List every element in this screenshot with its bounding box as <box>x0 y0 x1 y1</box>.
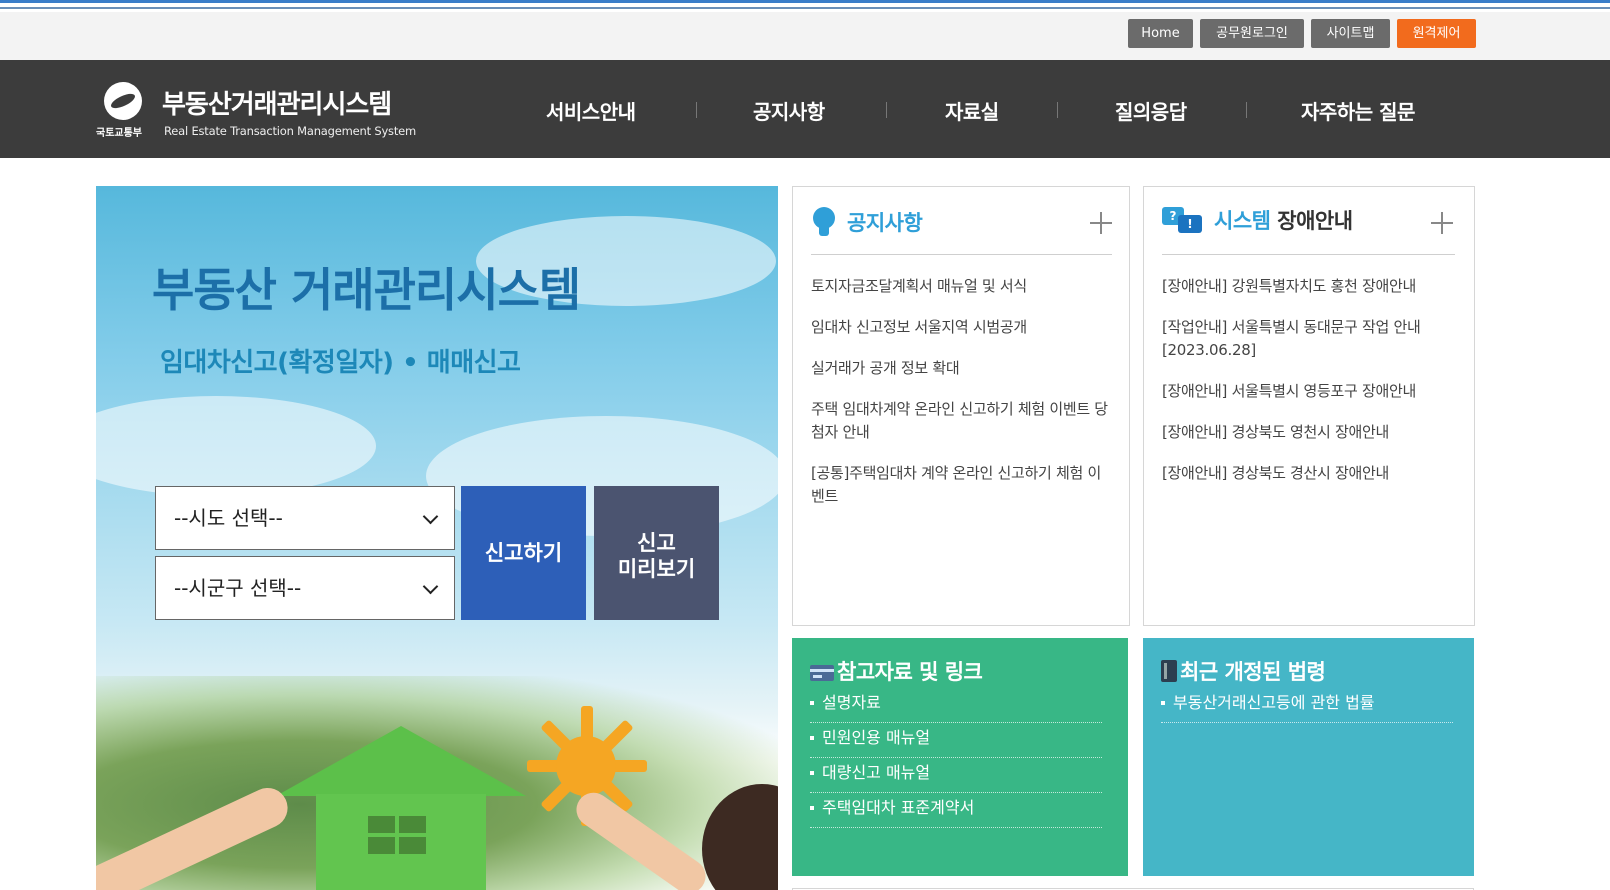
home-button[interactable]: Home <box>1128 19 1193 48</box>
nav-divider <box>1057 102 1058 118</box>
report-button[interactable]: 신고하기 <box>461 486 586 620</box>
outage-item[interactable]: [작업안내] 서울특별시 동대문구 작업 안내 [2023.06.28] <box>1162 316 1458 362</box>
reference-link[interactable]: 설명자료 <box>810 688 1102 723</box>
utility-bar: Home 공무원로그인 사이트맵 원격제어 <box>0 12 1610 60</box>
nav-notice[interactable]: 공지사항 <box>753 96 825 125</box>
reference-links-panel: 참고자료 및 링크 설명자료 민원인용 매뉴얼 대량신고 매뉴얼 주택임대차 표… <box>792 638 1128 876</box>
logo-title: 부동산거래관리시스템 <box>162 90 392 120</box>
notice-item[interactable]: [공통]주택임대차 계약 온라인 신고하기 체험 이벤트 <box>811 462 1111 508</box>
house-illustration <box>276 726 526 890</box>
nav-faq[interactable]: 자주하는 질문 <box>1301 96 1415 125</box>
outage-title-rest: 장애안내 <box>1277 209 1353 233</box>
reference-link[interactable]: 대량신고 매뉴얼 <box>810 758 1102 793</box>
law-link[interactable]: 부동산거래신고등에 관한 법률 <box>1161 688 1453 723</box>
nav-service-guide[interactable]: 서비스안내 <box>546 96 636 125</box>
notice-item[interactable]: 주택 임대차계약 온라인 신고하기 체험 이벤트 당첨자 안내 <box>811 398 1111 444</box>
notice-item[interactable]: 실거래가 공개 정보 확대 <box>811 357 1111 380</box>
hero-subtitle: 임대차신고(확정일자) • 매매신고 <box>160 348 521 378</box>
recent-laws-title: 최근 개정된 법령 <box>1161 656 1326 686</box>
sigungu-select-value: --시군구 선택-- <box>174 576 302 600</box>
notice-panel: 공지사항 토지자금조달계획서 매뉴얼 및 서식 임대차 신고정보 서울지역 시범… <box>792 186 1130 626</box>
reference-link[interactable]: 민원인용 매뉴얼 <box>810 723 1102 758</box>
sitemap-button[interactable]: 사이트맵 <box>1311 19 1390 48</box>
sido-select-value: --시도 선택-- <box>174 506 283 530</box>
logo-ministry: 국토교통부 <box>96 128 142 139</box>
lightbulb-icon <box>813 207 835 239</box>
card-icon <box>810 665 834 681</box>
cloud <box>96 396 376 496</box>
sigungu-select[interactable]: --시군구 선택-- <box>155 556 455 620</box>
nav-library[interactable]: 자료실 <box>945 96 999 125</box>
global-nav: 국토교통부 부동산거래관리시스템 Real Estate Transaction… <box>0 60 1610 158</box>
notice-item[interactable]: 임대차 신고정보 서울지역 시범공개 <box>811 316 1111 339</box>
hero-banner: 부동산 거래관리시스템 임대차신고(확정일자) • 매매신고 --시도 선택--… <box>96 186 778 890</box>
nav-divider <box>886 102 887 118</box>
report-preview-button[interactable]: 신고 미리보기 <box>594 486 719 620</box>
divider <box>1162 254 1455 255</box>
government-emblem-icon <box>104 82 142 120</box>
nav-qna[interactable]: 질의응답 <box>1115 96 1187 125</box>
outage-item[interactable]: [장애안내] 경상북도 경산시 장애안내 <box>1162 462 1462 485</box>
top-stripe <box>0 0 1610 12</box>
reference-links-title: 참고자료 및 링크 <box>810 656 983 686</box>
system-outage-panel: ?! 시스템 장애안내 [장애안내] 강원특별자치도 홍천 장애안내 [작업안내… <box>1143 186 1475 626</box>
book-icon <box>1161 660 1177 682</box>
reference-link[interactable]: 주택임대차 표준계약서 <box>810 793 1102 828</box>
outage-item[interactable]: [장애안내] 서울특별시 영등포구 장애안내 <box>1162 380 1462 403</box>
site-logo[interactable]: 국토교통부 부동산거래관리시스템 Real Estate Transaction… <box>96 82 416 142</box>
recent-laws-panel: 최근 개정된 법령 부동산거래신고등에 관한 법률 <box>1143 638 1474 876</box>
outage-title-accent: 시스템 <box>1214 209 1271 233</box>
notice-more-icon[interactable] <box>1090 212 1112 234</box>
outage-item[interactable]: [장애안내] 강원특별자치도 홍천 장애안내 <box>1162 275 1462 298</box>
outage-item[interactable]: [장애안내] 경상북도 영천시 장애안내 <box>1162 421 1462 444</box>
sido-select[interactable]: --시도 선택-- <box>155 486 455 550</box>
preview-label-line1: 신고 <box>637 531 676 555</box>
outage-title: 시스템 장애안내 <box>1214 205 1353 235</box>
chevron-down-icon <box>422 508 439 525</box>
reference-links-label: 참고자료 및 링크 <box>837 660 983 684</box>
preview-label-line2: 미리보기 <box>617 557 696 581</box>
staff-login-button[interactable]: 공무원로그인 <box>1200 19 1304 48</box>
remote-control-button[interactable]: 원격제어 <box>1397 19 1476 48</box>
logo-subtitle: Real Estate Transaction Management Syste… <box>164 124 417 138</box>
question-alert-icon: ?! <box>1162 207 1202 235</box>
nav-divider <box>1246 102 1247 118</box>
outage-more-icon[interactable] <box>1431 212 1453 234</box>
hero-title: 부동산 거래관리시스템 <box>152 263 581 317</box>
notice-title: 공지사항 <box>847 211 923 235</box>
nav-divider <box>696 102 697 118</box>
chevron-down-icon <box>422 578 439 595</box>
divider <box>811 254 1112 255</box>
notice-item[interactable]: 토지자금조달계획서 매뉴얼 및 서식 <box>811 275 1111 298</box>
recent-laws-label: 최근 개정된 법령 <box>1180 660 1326 684</box>
